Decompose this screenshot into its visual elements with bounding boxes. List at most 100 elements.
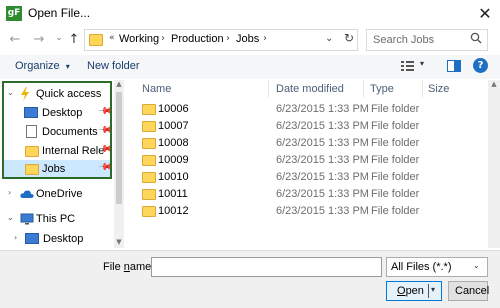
refresh-icon[interactable]: ↻ xyxy=(341,31,357,49)
file-row[interactable]: 10007 6/23/2015 1:33 PM File folder xyxy=(142,118,482,135)
open-label: Open xyxy=(397,285,424,297)
overflow-chevron-icon[interactable]: « xyxy=(109,33,115,43)
cloud-icon xyxy=(20,189,34,202)
search-placeholder: Search Jobs xyxy=(373,34,435,46)
new-folder-button[interactable]: New folder xyxy=(87,60,140,72)
organize-label: Organize xyxy=(15,60,60,72)
nav-onedrive[interactable]: › OneDrive xyxy=(0,185,112,203)
organize-menu[interactable]: Organize ▾ xyxy=(15,60,70,72)
back-arrow-icon[interactable]: ← xyxy=(6,31,24,49)
help-icon[interactable]: ? xyxy=(473,58,488,73)
file-name: 10007 xyxy=(158,120,189,132)
split-divider xyxy=(428,284,429,298)
file-type: File folder xyxy=(371,137,420,149)
column-divider[interactable] xyxy=(422,80,423,97)
breadcrumb-working[interactable]: Working xyxy=(119,33,159,45)
column-header-size[interactable]: Size xyxy=(428,83,449,95)
scroll-up-icon[interactable]: ▲ xyxy=(488,80,500,88)
file-list-scrollbar[interactable] xyxy=(488,80,500,248)
column-header-date[interactable]: Date modified xyxy=(276,83,344,95)
chevron-right-icon[interactable]: › xyxy=(14,233,17,242)
folder-icon xyxy=(89,34,103,46)
file-type-select[interactable]: All Files (*.*) ⌄ xyxy=(386,257,488,277)
breadcrumb-production[interactable]: Production xyxy=(171,33,224,45)
nav-scrollbar-thumb[interactable] xyxy=(116,92,122,204)
file-name: 10009 xyxy=(158,154,189,166)
file-row[interactable]: 10009 6/23/2015 1:33 PM File folder xyxy=(142,152,482,169)
file-date: 6/23/2015 1:33 PM xyxy=(276,205,369,217)
chevron-right-icon[interactable]: › xyxy=(8,188,11,197)
column-divider[interactable] xyxy=(268,80,269,97)
chevron-down-icon: ▾ xyxy=(65,62,70,71)
file-date: 6/23/2015 1:33 PM xyxy=(276,171,369,183)
cancel-label: Cancel xyxy=(455,285,490,297)
toolbar: Organize ▾ New folder ▾ ? xyxy=(0,55,500,79)
file-date: 6/23/2015 1:33 PM xyxy=(276,154,369,166)
file-name: 10008 xyxy=(158,137,189,149)
file-name-input[interactable] xyxy=(151,257,382,277)
breadcrumb-separator-icon[interactable]: › xyxy=(226,33,230,44)
cancel-button[interactable]: Cancel xyxy=(448,281,490,301)
search-input[interactable]: Search Jobs xyxy=(366,29,488,51)
file-type: File folder xyxy=(371,205,420,217)
file-type: File folder xyxy=(371,171,420,183)
up-arrow-icon[interactable]: ↑ xyxy=(65,31,83,49)
chevron-down-icon: ⌄ xyxy=(473,261,480,270)
chevron-down-icon[interactable]: ⌄ xyxy=(7,213,14,222)
breadcrumb-jobs[interactable]: Jobs xyxy=(236,33,259,45)
nav-label: OneDrive xyxy=(36,188,83,200)
folder-icon xyxy=(142,189,156,200)
file-name: 10012 xyxy=(158,205,189,217)
file-row[interactable]: 10006 6/23/2015 1:33 PM File folder xyxy=(142,101,482,118)
file-name: 10006 xyxy=(158,103,189,115)
nav-label: This PC xyxy=(36,213,76,225)
folder-icon xyxy=(142,155,156,166)
file-type: File folder xyxy=(371,188,420,200)
computer-icon xyxy=(20,213,34,228)
address-bar[interactable]: « Working › Production › Jobs › ⌄ ↻ xyxy=(84,29,358,51)
view-options-icon[interactable] xyxy=(400,59,416,73)
column-header-type[interactable]: Type xyxy=(370,83,394,95)
app-icon: gF xyxy=(6,6,22,21)
scroll-down-icon[interactable]: ▼ xyxy=(114,238,124,246)
folder-icon xyxy=(142,138,156,149)
file-type: File folder xyxy=(371,120,420,132)
close-button[interactable]: ✕ xyxy=(470,0,500,27)
address-dropdown-icon[interactable]: ⌄ xyxy=(325,33,333,44)
folder-icon xyxy=(142,206,156,217)
view-dropdown-icon[interactable]: ▾ xyxy=(420,59,424,68)
file-date: 6/23/2015 1:33 PM xyxy=(276,103,369,115)
file-type-value: All Files (*.*) xyxy=(391,261,452,273)
folder-icon xyxy=(142,104,156,115)
file-name-label: File name: xyxy=(103,261,155,273)
desktop-icon xyxy=(25,233,39,244)
title-bar: gF Open File... ✕ xyxy=(0,0,500,27)
file-name: 10010 xyxy=(158,171,189,183)
file-row[interactable]: 10010 6/23/2015 1:33 PM File folder xyxy=(142,169,482,186)
file-date: 6/23/2015 1:33 PM xyxy=(276,137,369,149)
column-header-name[interactable]: Name xyxy=(142,83,171,95)
window-title: Open File... xyxy=(28,6,91,20)
search-icon xyxy=(470,32,482,47)
scroll-up-icon[interactable]: ▲ xyxy=(114,80,124,88)
forward-arrow-icon[interactable]: → xyxy=(30,31,48,49)
file-row[interactable]: 10008 6/23/2015 1:33 PM File folder xyxy=(142,135,482,152)
breadcrumb-separator-icon[interactable]: › xyxy=(161,33,165,44)
open-dropdown-icon[interactable]: ▾ xyxy=(431,285,435,294)
column-divider[interactable] xyxy=(363,80,364,97)
nav-this-pc[interactable]: ⌄ This PC xyxy=(0,210,112,228)
file-row[interactable]: 10012 6/23/2015 1:33 PM File folder xyxy=(142,203,482,220)
file-name: 10011 xyxy=(158,188,188,200)
folder-icon xyxy=(142,172,156,183)
quick-access-highlight xyxy=(2,81,112,179)
folder-icon xyxy=(142,121,156,132)
nav-this-pc-desktop[interactable]: › Desktop xyxy=(0,230,112,248)
file-type: File folder xyxy=(371,103,420,115)
preview-pane-icon[interactable] xyxy=(447,60,461,72)
file-date: 6/23/2015 1:33 PM xyxy=(276,188,369,200)
breadcrumb-separator-icon[interactable]: › xyxy=(263,33,267,44)
nav-label: Desktop xyxy=(43,233,84,245)
open-button[interactable]: Open ▾ xyxy=(386,281,442,301)
file-row[interactable]: 10011 6/23/2015 1:33 PM File folder xyxy=(142,186,482,203)
file-type: File folder xyxy=(371,154,420,166)
